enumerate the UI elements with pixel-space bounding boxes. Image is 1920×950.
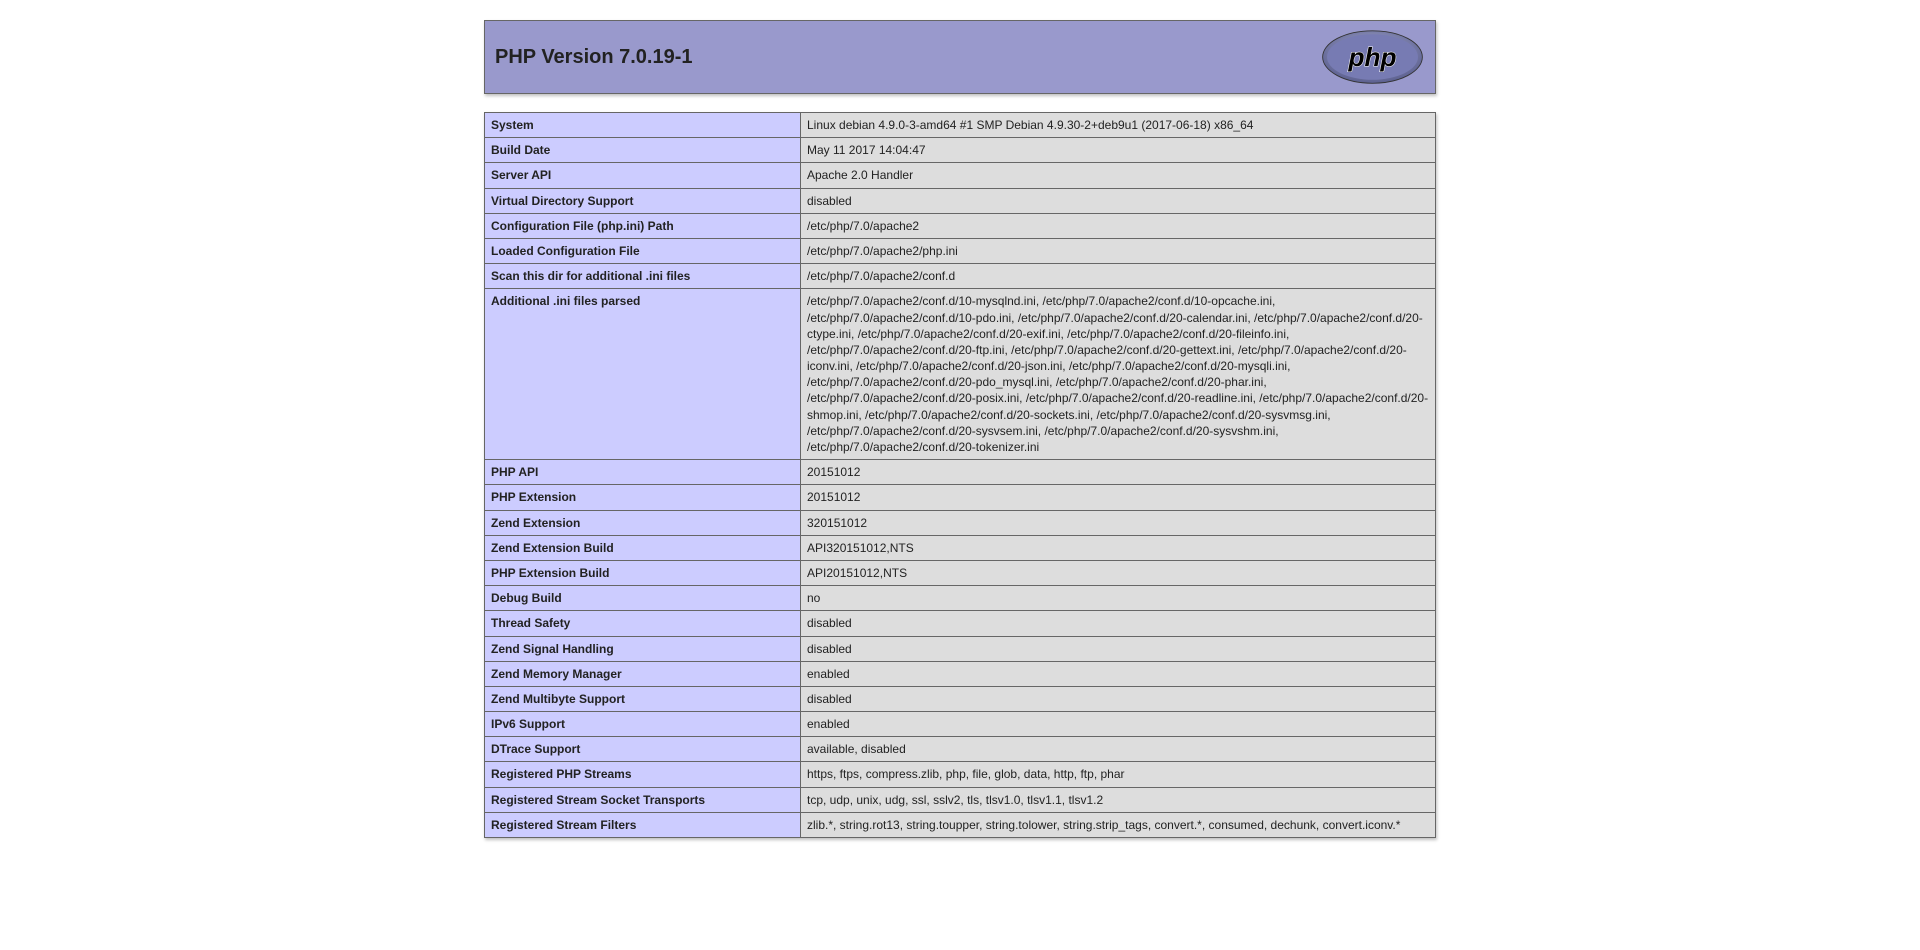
table-row: Zend Extension BuildAPI320151012,NTS — [485, 535, 1436, 560]
phpinfo-container: PHP Version 7.0.19-1 php SystemLinux deb… — [484, 20, 1436, 838]
info-label: Virtual Directory Support — [485, 188, 801, 213]
info-value: disabled — [801, 636, 1436, 661]
info-value: Apache 2.0 Handler — [801, 163, 1436, 188]
info-value: API20151012,NTS — [801, 560, 1436, 585]
info-label: Thread Safety — [485, 611, 801, 636]
table-row: DTrace Supportavailable, disabled — [485, 737, 1436, 762]
table-row: PHP Extension20151012 — [485, 485, 1436, 510]
table-row: Zend Multibyte Supportdisabled — [485, 686, 1436, 711]
table-row: PHP Extension BuildAPI20151012,NTS — [485, 560, 1436, 585]
info-value: zlib.*, string.rot13, string.toupper, st… — [801, 812, 1436, 837]
page-title: PHP Version 7.0.19-1 — [495, 46, 693, 69]
info-value: /etc/php/7.0/apache2/conf.d/10-mysqlnd.i… — [801, 289, 1436, 460]
info-value: disabled — [801, 611, 1436, 636]
info-label: PHP Extension Build — [485, 560, 801, 585]
info-label: Scan this dir for additional .ini files — [485, 264, 801, 289]
info-value: Linux debian 4.9.0-3-amd64 #1 SMP Debian… — [801, 113, 1436, 138]
info-value: API320151012,NTS — [801, 535, 1436, 560]
info-value: disabled — [801, 686, 1436, 711]
info-label: Loaded Configuration File — [485, 238, 801, 263]
info-value: tcp, udp, unix, udg, ssl, sslv2, tls, tl… — [801, 787, 1436, 812]
info-label: Zend Memory Manager — [485, 661, 801, 686]
info-label: DTrace Support — [485, 737, 801, 762]
info-label: Zend Signal Handling — [485, 636, 801, 661]
info-value: available, disabled — [801, 737, 1436, 762]
table-row: Registered Stream Filterszlib.*, string.… — [485, 812, 1436, 837]
info-value: /etc/php/7.0/apache2 — [801, 213, 1436, 238]
info-value: 20151012 — [801, 460, 1436, 485]
info-label: Additional .ini files parsed — [485, 289, 801, 460]
php-logo-icon: php — [1320, 29, 1425, 85]
table-row: Debug Buildno — [485, 586, 1436, 611]
table-row: SystemLinux debian 4.9.0-3-amd64 #1 SMP … — [485, 113, 1436, 138]
info-label: Configuration File (php.ini) Path — [485, 213, 801, 238]
table-row: Scan this dir for additional .ini files/… — [485, 264, 1436, 289]
info-label: Zend Extension — [485, 510, 801, 535]
table-row: Configuration File (php.ini) Path/etc/ph… — [485, 213, 1436, 238]
table-row: IPv6 Supportenabled — [485, 712, 1436, 737]
table-row: Loaded Configuration File/etc/php/7.0/ap… — [485, 238, 1436, 263]
info-label: PHP Extension — [485, 485, 801, 510]
info-label: Debug Build — [485, 586, 801, 611]
table-row: Zend Signal Handlingdisabled — [485, 636, 1436, 661]
info-value: May 11 2017 14:04:47 — [801, 138, 1436, 163]
table-row: Virtual Directory Supportdisabled — [485, 188, 1436, 213]
header-banner: PHP Version 7.0.19-1 php — [484, 20, 1436, 94]
info-value: no — [801, 586, 1436, 611]
info-value: enabled — [801, 661, 1436, 686]
info-label: Registered PHP Streams — [485, 762, 801, 787]
info-value: /etc/php/7.0/apache2/conf.d — [801, 264, 1436, 289]
table-row: Server APIApache 2.0 Handler — [485, 163, 1436, 188]
info-label: Zend Extension Build — [485, 535, 801, 560]
info-label: PHP API — [485, 460, 801, 485]
info-label: Server API — [485, 163, 801, 188]
table-row: Additional .ini files parsed/etc/php/7.0… — [485, 289, 1436, 460]
table-row: PHP API20151012 — [485, 460, 1436, 485]
info-value: disabled — [801, 188, 1436, 213]
info-value: 320151012 — [801, 510, 1436, 535]
info-value: 20151012 — [801, 485, 1436, 510]
info-value: /etc/php/7.0/apache2/php.ini — [801, 238, 1436, 263]
table-row: Registered Stream Socket Transportstcp, … — [485, 787, 1436, 812]
info-label: IPv6 Support — [485, 712, 801, 737]
info-value: enabled — [801, 712, 1436, 737]
svg-text:php: php — [1347, 42, 1396, 72]
table-row: Build DateMay 11 2017 14:04:47 — [485, 138, 1436, 163]
phpinfo-table: SystemLinux debian 4.9.0-3-amd64 #1 SMP … — [484, 112, 1436, 838]
info-value: https, ftps, compress.zlib, php, file, g… — [801, 762, 1436, 787]
info-label: System — [485, 113, 801, 138]
table-row: Thread Safetydisabled — [485, 611, 1436, 636]
info-label: Registered Stream Socket Transports — [485, 787, 801, 812]
table-row: Zend Extension320151012 — [485, 510, 1436, 535]
info-label: Registered Stream Filters — [485, 812, 801, 837]
table-row: Registered PHP Streamshttps, ftps, compr… — [485, 762, 1436, 787]
table-row: Zend Memory Managerenabled — [485, 661, 1436, 686]
info-label: Build Date — [485, 138, 801, 163]
info-label: Zend Multibyte Support — [485, 686, 801, 711]
